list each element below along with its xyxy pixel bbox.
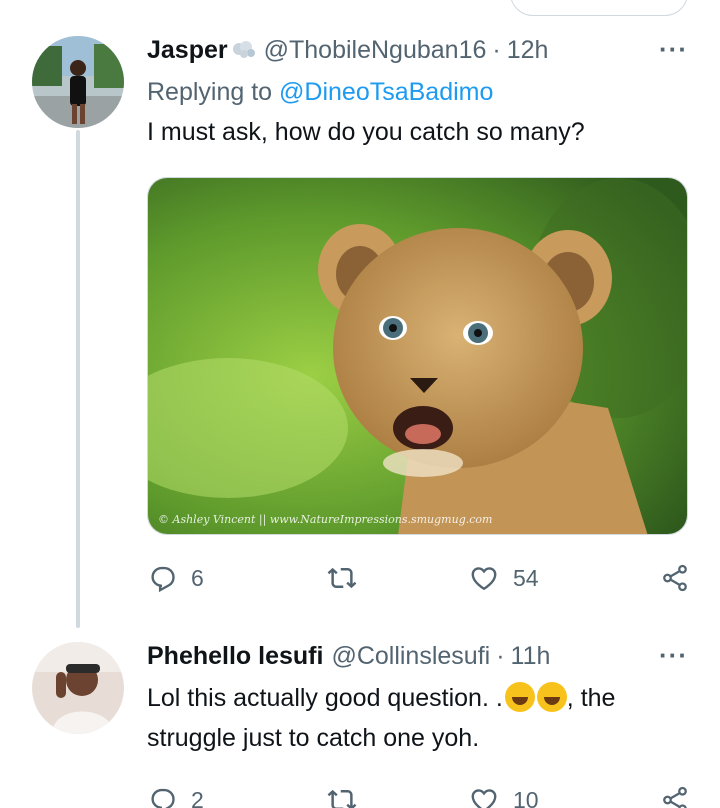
like-count: 54: [513, 564, 539, 591]
share-button[interactable]: [660, 563, 690, 593]
retweet-icon: [327, 567, 357, 589]
replying-prefix: Replying to: [147, 78, 273, 106]
reply-count: 2: [191, 786, 204, 808]
like-icon: [471, 567, 497, 591]
display-name[interactable]: Jasper: [147, 36, 228, 65]
separator: ·: [492, 35, 501, 64]
replying-handle-link[interactable]: @DineoTsaBadimo: [279, 78, 493, 106]
tweet-header: Jasper @ThobileNguban16 · 12h: [147, 30, 688, 70]
tweet-text: Lol this actually good question. . , the: [147, 678, 688, 718]
avatar[interactable]: [32, 642, 124, 734]
timestamp[interactable]: 11h: [511, 642, 551, 671]
more-icon[interactable]: ···: [659, 34, 688, 65]
reply-icon: [151, 566, 175, 593]
tweet-header: Phehello lesufi @Collinslesufi · 11h: [147, 636, 688, 676]
reply-button[interactable]: 6: [147, 563, 204, 593]
tweet-text-line2: struggle just to catch one yoh.: [147, 724, 480, 752]
lion-cub-photo-icon: [148, 178, 687, 534]
display-name[interactable]: Phehello lesufi: [147, 642, 323, 671]
retweet-button[interactable]: [327, 563, 371, 593]
reply-button[interactable]: 2: [147, 785, 204, 808]
handle[interactable]: @Collinslesufi: [331, 642, 490, 671]
share-icon: [663, 786, 687, 808]
like-button[interactable]: 54: [469, 563, 539, 593]
top-button-pill[interactable]: [510, 0, 688, 16]
tweet-text: I must ask, how do you catch so many?: [147, 118, 585, 146]
retweet-icon: [327, 789, 357, 808]
tweet-text-part: Lol this actually good question. .: [147, 684, 503, 712]
avatar[interactable]: [32, 36, 124, 128]
share-button[interactable]: [660, 785, 690, 808]
cloud-emoji-icon: [230, 39, 258, 61]
replying-to: Replying to @DineoTsaBadimo: [147, 72, 688, 112]
like-count: 10: [513, 786, 539, 808]
timestamp[interactable]: 12h: [507, 36, 549, 65]
retweet-button[interactable]: [327, 785, 371, 808]
reply-count: 6: [191, 564, 204, 591]
reply-icon: [151, 788, 175, 808]
rolling-on-floor-laughing-emoji-icon: [504, 682, 535, 712]
tweet-actions: 6 54: [147, 562, 690, 594]
tweet-actions: 2 10: [147, 784, 690, 808]
like-button[interactable]: 10: [469, 785, 539, 808]
handle[interactable]: @ThobileNguban16: [264, 36, 487, 65]
tweet-content: Phehello lesufi @Collinslesufi · 11h ···…: [147, 636, 688, 758]
thread-line: [76, 130, 80, 628]
share-icon: [663, 564, 687, 592]
like-icon: [471, 789, 497, 808]
tweet-content: Jasper @ThobileNguban16 · 12h ··· Replyi…: [147, 30, 688, 152]
more-icon[interactable]: ···: [659, 640, 688, 671]
tweet-text-part: , the: [566, 684, 616, 712]
tweet-image[interactable]: © Ashley Vincent || www.NatureImpression…: [147, 177, 688, 535]
rolling-on-floor-laughing-emoji-icon: [536, 682, 567, 712]
image-watermark: © Ashley Vincent || www.NatureImpression…: [158, 513, 493, 526]
separator: ·: [496, 641, 505, 670]
